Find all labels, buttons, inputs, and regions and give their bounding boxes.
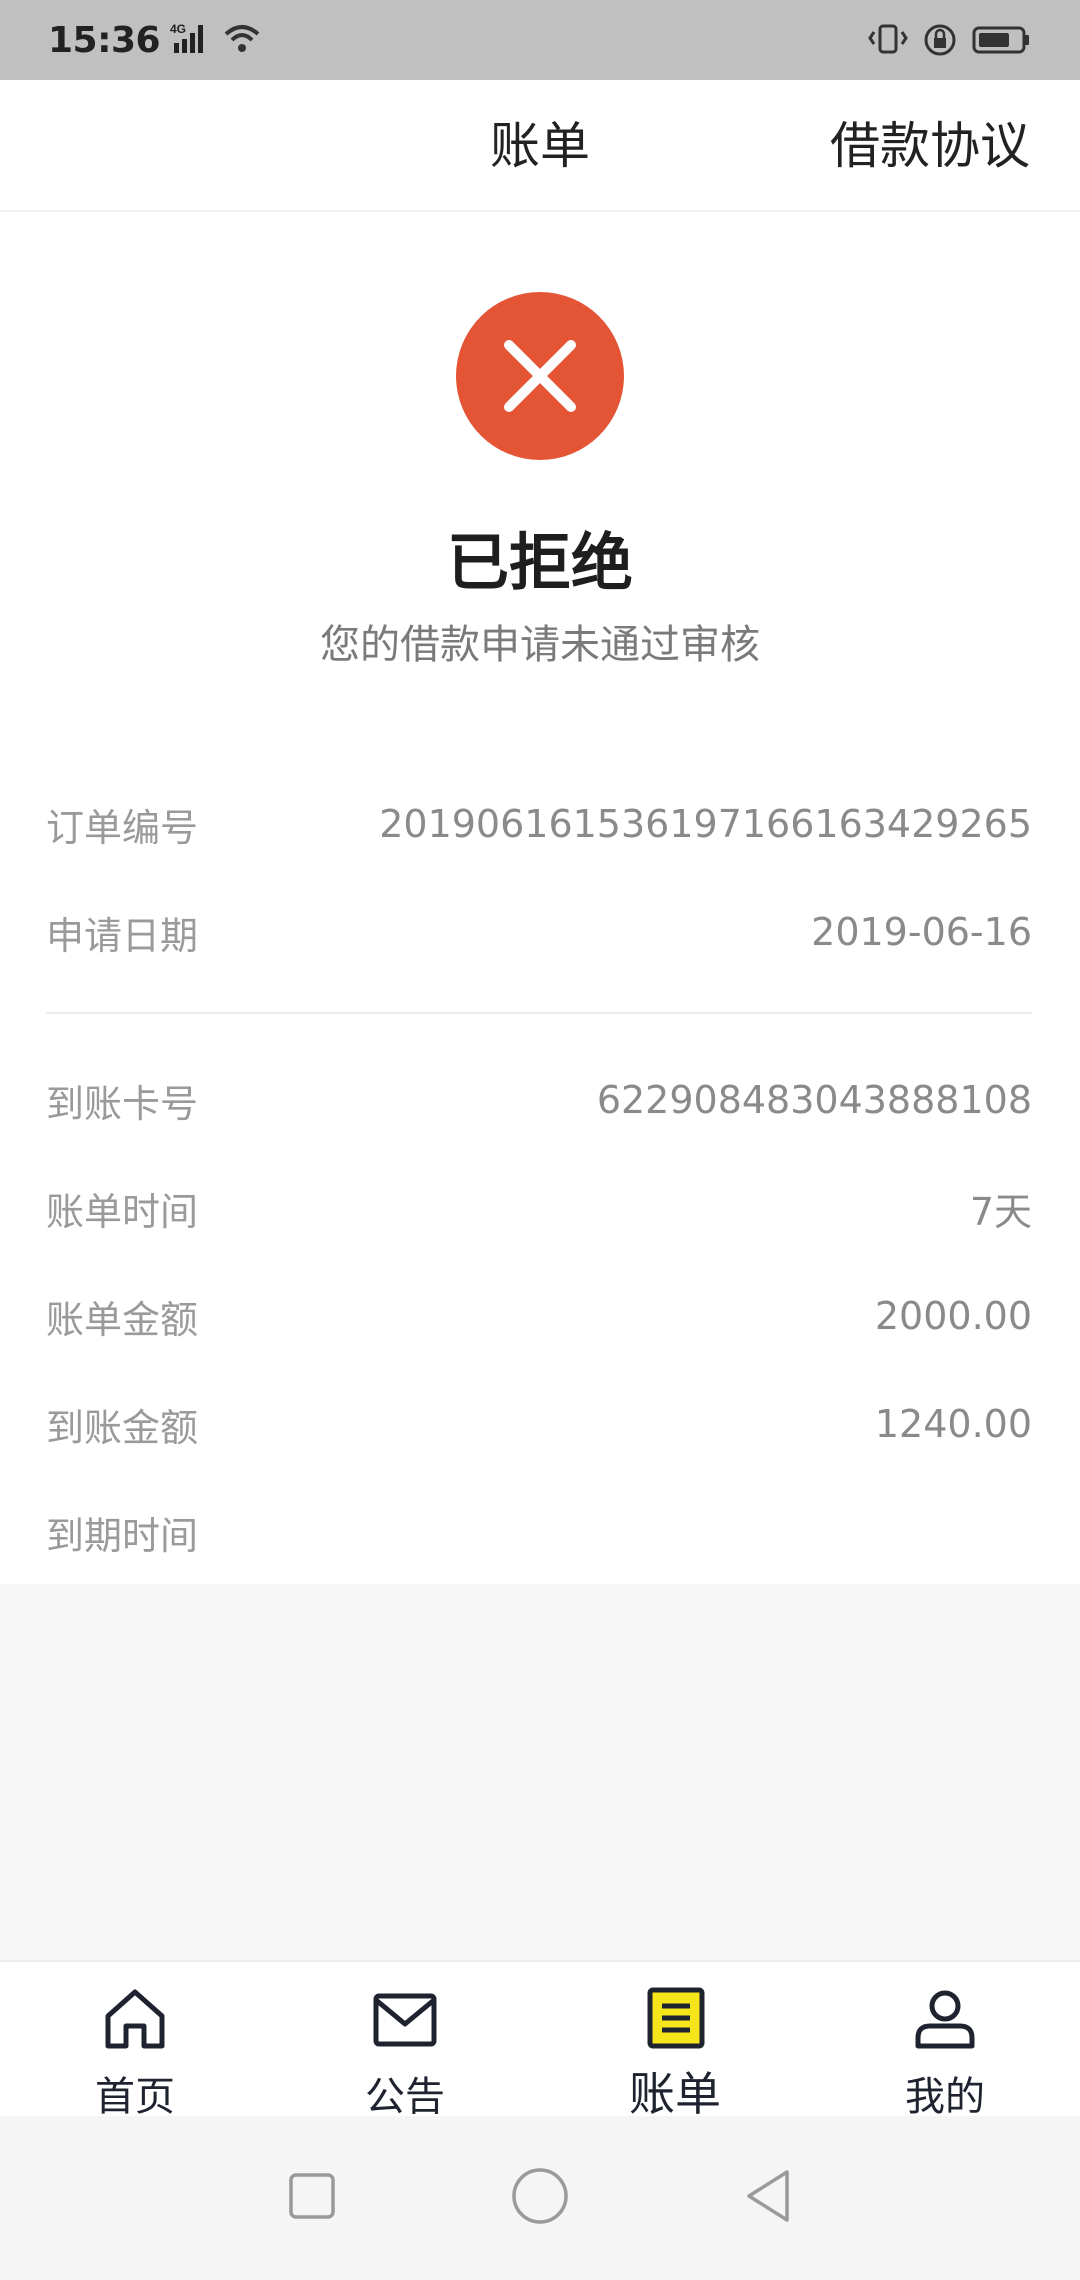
result-title: 已拒绝 — [446, 526, 633, 599]
detail-label: 到账金额 — [46, 1405, 199, 1450]
loan-agreement-link[interactable]: 借款协议 — [830, 80, 1030, 212]
status-right — [868, 22, 1032, 58]
order-details: 订单编号 20190616153619716616342926​5 申请日期 2… — [0, 742, 1080, 1584]
nav-item-home[interactable]: 首页 — [0, 1962, 270, 2120]
bill-icon — [640, 1986, 710, 2056]
status-time: 15:36 — [48, 19, 161, 61]
nav-item-bill[interactable]: 账单 — [540, 1962, 810, 2121]
nav-label: 首页 — [95, 2074, 175, 2120]
recent-apps-icon[interactable] — [287, 2171, 337, 2225]
nav-label: 公告 — [365, 2074, 445, 2120]
detail-row-received-amount: 到账金额 1240.00 — [46, 1394, 1032, 1454]
detail-row-order-no: 订单编号 20190616153619716616342926​5 — [46, 794, 1032, 854]
status-bar: 15:36 4G — [0, 0, 1080, 80]
home-circle-icon[interactable] — [510, 2166, 570, 2230]
detail-label: 到账卡号 — [46, 1081, 199, 1126]
battery-icon — [972, 24, 1032, 56]
detail-row-due-date: 到期时间 — [46, 1502, 1032, 1562]
user-icon — [910, 1986, 980, 2056]
nav-item-notice[interactable]: 公告 — [270, 1962, 540, 2120]
detail-value: 2000.00 — [874, 1294, 1032, 1338]
app-header: 账单 借款协议 — [0, 80, 1080, 212]
detail-label: 订单编号 — [46, 805, 199, 850]
nav-label: 账单 — [629, 2067, 721, 2121]
detail-label: 账单时间 — [46, 1189, 199, 1234]
close-icon — [456, 292, 624, 460]
result-section: 已拒绝 您的借款申请未通过审核 — [0, 212, 1080, 742]
detail-row-bill-amount: 账单金额 2000.00 — [46, 1286, 1032, 1346]
back-icon[interactable] — [743, 2168, 793, 2228]
detail-label: 账单金额 — [46, 1297, 199, 1342]
detail-row-bill-period: 账单时间 7天 — [46, 1178, 1032, 1238]
detail-value: 1240.00 — [874, 1402, 1032, 1446]
status-left: 15:36 4G — [48, 20, 262, 61]
nav-label: 我的 — [905, 2074, 985, 2120]
detail-value: 20190616153619716616342926​5 — [379, 802, 1032, 846]
divider — [46, 1012, 1032, 1014]
detail-label: 申请日期 — [46, 913, 199, 958]
detail-value: 6229084830438881​08 — [596, 1078, 1032, 1122]
detail-label: 到期时间 — [46, 1513, 199, 1558]
home-icon — [100, 1986, 170, 2056]
nav-item-mine[interactable]: 我的 — [810, 1962, 1080, 2120]
detail-value: 7天 — [969, 1189, 1032, 1234]
system-nav-bar — [0, 2116, 1080, 2280]
wifi-icon — [222, 22, 262, 58]
rotation-lock-icon — [922, 22, 958, 58]
bottom-nav: 首页 公告 账单 我的 — [0, 1960, 1080, 2121]
svg-text:4G: 4G — [170, 22, 186, 36]
vibrate-icon — [868, 22, 908, 58]
mail-icon — [370, 1986, 440, 2056]
signal-icon: 4G — [170, 21, 212, 59]
detail-value: 2019-06-16 — [811, 910, 1032, 954]
detail-row-apply-date: 申请日期 2019-06-16 — [46, 902, 1032, 962]
detail-row-card-no: 到账卡号 6229084830438881​08 — [46, 1070, 1032, 1130]
result-subtitle: 您的借款申请未通过审核 — [320, 622, 760, 668]
